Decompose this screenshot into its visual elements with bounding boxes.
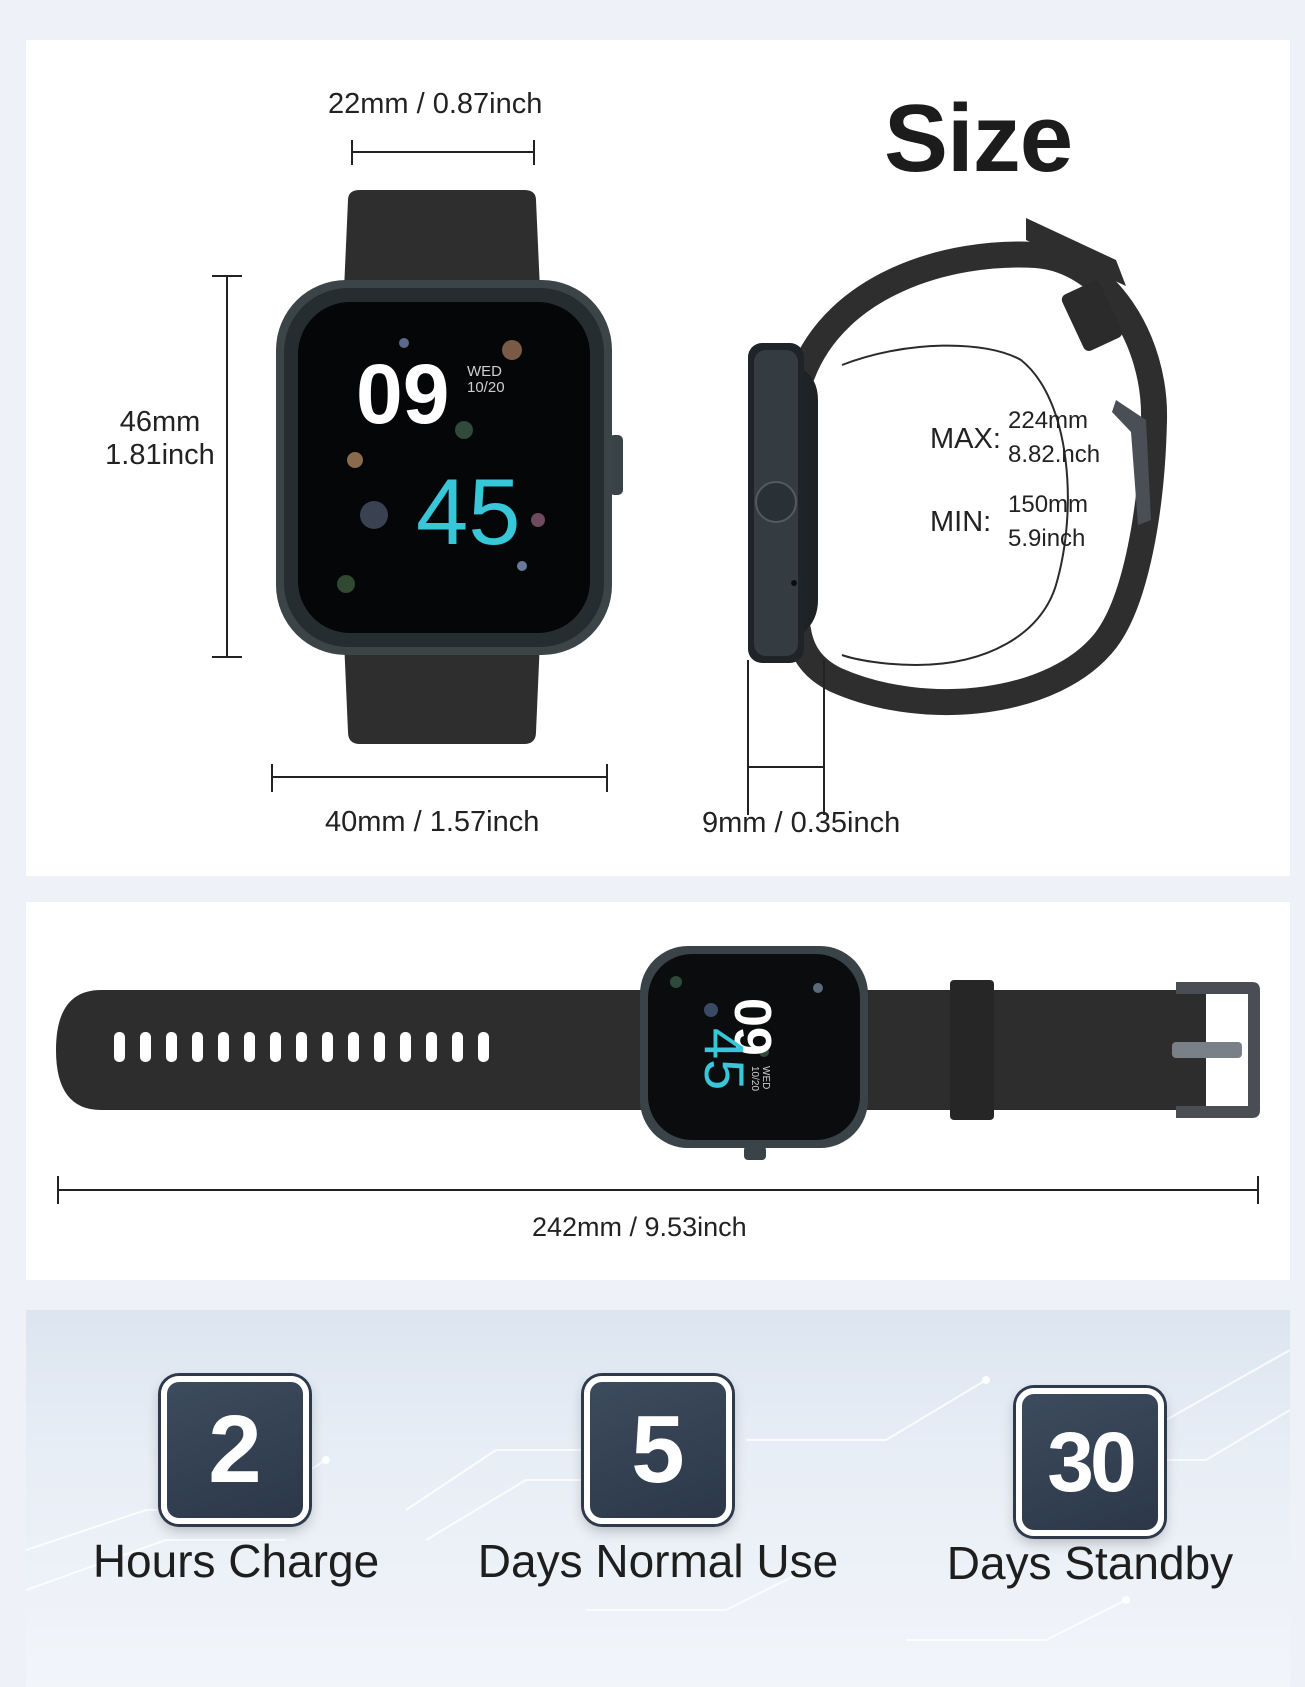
clock-date-block: WED 10/20 (467, 364, 505, 396)
max-label: MAX: (930, 423, 1001, 455)
band-watch-crown (744, 1146, 766, 1160)
top-width-label: 22mm / 0.87inch (328, 88, 543, 120)
clock-date: 10/20 (467, 378, 505, 396)
side-watch-illustration (747, 218, 1168, 815)
bottom-width-label: 40mm / 1.57inch (325, 806, 540, 838)
max-mm-label: 224mm (1008, 407, 1089, 434)
strap-holes (114, 1032, 489, 1062)
min-label: MIN: (930, 506, 992, 538)
stat-label-days-standby: Days Standby (946, 1537, 1234, 1589)
stat-box-days-standby: 30 (1016, 1388, 1164, 1536)
strap-short (846, 990, 1206, 1110)
strap-top (344, 190, 540, 290)
stat-box-days-normal-use: 5 (584, 1376, 732, 1524)
strap-bottom (344, 640, 540, 744)
clock-day: WED (467, 363, 502, 380)
stat-box-hours-charge: 2 (161, 1376, 309, 1524)
buckle-pin (1172, 1042, 1242, 1058)
band-length-label: 242mm / 9.53inch (532, 1212, 747, 1242)
height-label: 46mm 1.81inch (70, 406, 250, 472)
bottom-width-dimension-line (271, 764, 608, 792)
top-width-dimension-line (351, 140, 535, 165)
max-size-block: 224mm 8.82.nch (1008, 404, 1100, 472)
size-panel: Size 09 WED 10/20 45 22mm / 0.87inch 46m… (26, 40, 1290, 876)
clock-minute: 45 (416, 459, 521, 564)
strap-keeper (950, 980, 994, 1120)
band-clock-day: WED (760, 1066, 771, 1090)
height-inch-label: 1.81inch (105, 439, 215, 471)
band-clock-minute: 45 (693, 1028, 756, 1091)
min-inch-label: 5.9inch (1008, 525, 1086, 552)
max-inch-label: 8.82.nch (1008, 441, 1101, 468)
band-length-panel: 09 WED 10/20 45 242mm / 9.53inch (26, 902, 1290, 1280)
side-button (755, 481, 797, 523)
thickness-label: 9mm / 0.35inch (702, 807, 901, 839)
stat-label-days-normal-use: Days Normal Use (477, 1535, 839, 1587)
min-mm-label: 150mm (1008, 491, 1089, 518)
band-length-dimension-line (57, 1176, 1259, 1204)
height-mm-label: 46mm (119, 406, 201, 438)
clock-hour: 09 (356, 347, 450, 441)
battery-stats-panel: 2 Hours Charge 5 Days Normal Use 30 Days… (26, 1310, 1290, 1687)
stat-label-hours-charge: Hours Charge (92, 1535, 380, 1587)
min-size-block: 150mm 5.9inch (1008, 488, 1088, 556)
thickness-dimension-line (747, 660, 825, 815)
